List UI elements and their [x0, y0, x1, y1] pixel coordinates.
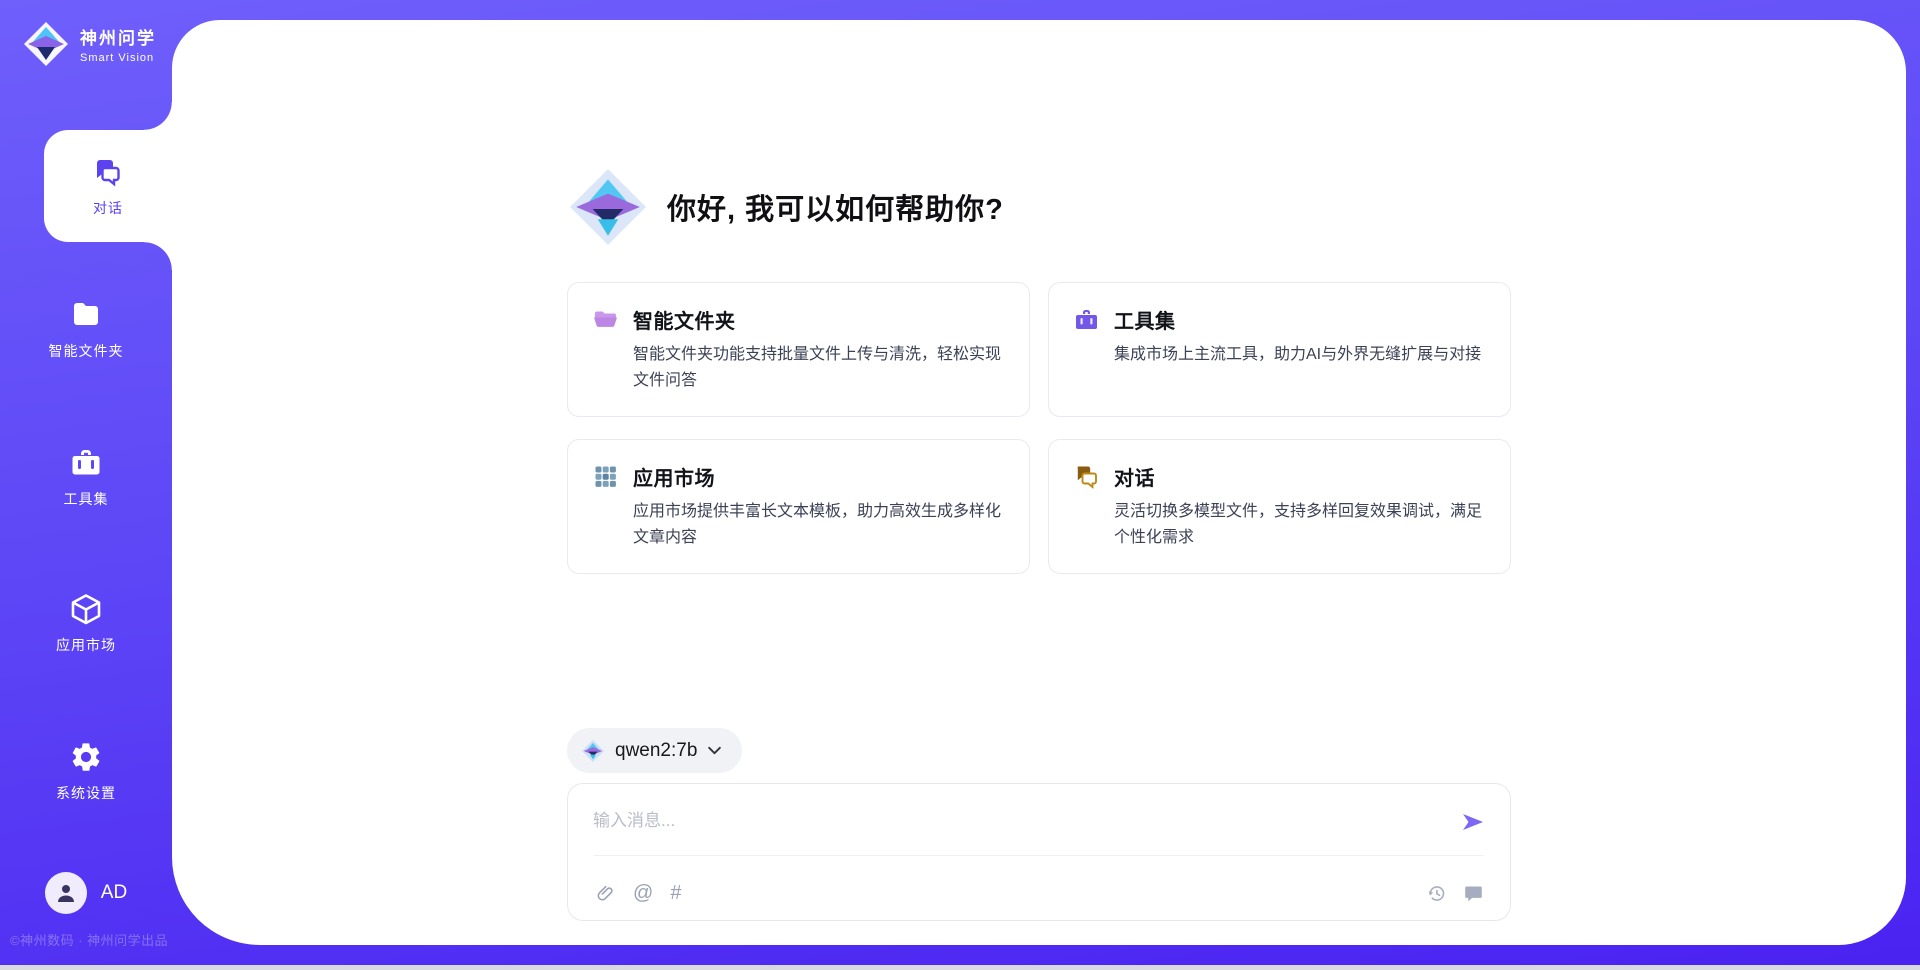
message-composer[interactable]: 输入消息... @ # — [567, 783, 1511, 921]
copyright: ©神州数码 · 神州问学出品 — [10, 930, 180, 949]
card-description: 应用市场提供丰富长文本模板，助力高效生成多样化文章内容 — [633, 499, 1005, 551]
card-toolset[interactable]: 工具集 集成市场上主流工具，助力AI与外界无缝扩展与对接 — [1048, 282, 1511, 417]
paperclip-icon[interactable] — [594, 882, 616, 904]
card-app-market[interactable]: 应用市场 应用市场提供丰富长文本模板，助力高效生成多样化文章内容 — [567, 439, 1030, 574]
sidebar-item-smart-folders[interactable]: 智能文件夹 — [0, 298, 172, 361]
sidebar: 神州问学 Smart Vision 对话 智能文件夹 工具集 应 — [0, 0, 172, 965]
card-title: 智能文件夹 — [633, 305, 736, 334]
card-chat[interactable]: 对话 灵活切换多模型文件，支持多样回复效果调试，满足个性化需求 — [1048, 439, 1511, 574]
briefcase-icon — [1073, 306, 1100, 333]
send-button[interactable] — [1458, 808, 1486, 836]
message-input[interactable]: 输入消息... — [593, 806, 675, 831]
brand-logo: 神州问学 Smart Vision — [22, 20, 156, 68]
sidebar-item-label: 对话 — [93, 198, 123, 218]
card-description: 集成市场上主流工具，助力AI与外界无缝扩展与对接 — [1114, 342, 1486, 368]
chat-bubbles-icon — [1073, 463, 1100, 490]
card-description: 智能文件夹功能支持批量文件上传与清洗，轻松实现文件问答 — [633, 342, 1005, 394]
feature-cards: 智能文件夹 智能文件夹功能支持批量文件上传与清洗，轻松实现文件问答 工具集 集成… — [567, 282, 1511, 574]
greeting: 你好, 我可以如何帮助你? — [567, 166, 1511, 248]
sidebar-item-app-market[interactable]: 应用市场 — [0, 592, 172, 655]
main-panel: 你好, 我可以如何帮助你? 智能文件夹 智能文件夹功能支持批量文件上传与清洗，轻… — [172, 20, 1906, 945]
brand-name: 神州问学 — [80, 24, 156, 49]
send-icon — [1460, 810, 1484, 834]
toolbox-icon — [69, 446, 103, 480]
composer-divider — [594, 855, 1484, 856]
user-account[interactable]: AD — [0, 872, 172, 914]
folder-icon — [69, 298, 103, 332]
model-selector[interactable]: qwen2:7b — [567, 728, 742, 773]
cube-icon — [69, 592, 103, 626]
sidebar-item-label: 系统设置 — [56, 783, 116, 803]
card-smart-folders[interactable]: 智能文件夹 智能文件夹功能支持批量文件上传与清洗，轻松实现文件问答 — [567, 282, 1030, 417]
card-title: 对话 — [1114, 462, 1155, 491]
user-name: AD — [101, 882, 127, 904]
model-name: qwen2:7b — [615, 740, 697, 762]
card-title: 工具集 — [1114, 305, 1176, 334]
gear-icon — [69, 740, 103, 774]
chat-icon — [91, 155, 125, 189]
card-description: 灵活切换多模型文件，支持多样回复效果调试，满足个性化需求 — [1114, 499, 1486, 551]
brand-diamond-icon — [22, 20, 70, 68]
brand-diamond-icon — [567, 166, 649, 248]
person-icon — [54, 881, 78, 905]
sidebar-item-settings[interactable]: 系统设置 — [0, 740, 172, 803]
topic-icon[interactable]: # — [670, 882, 681, 904]
brand-diamond-icon — [581, 739, 605, 763]
card-title: 应用市场 — [633, 462, 715, 491]
mention-icon[interactable]: @ — [633, 882, 653, 904]
sidebar-item-label: 应用市场 — [56, 635, 116, 655]
apps-grid-icon — [592, 463, 619, 490]
composer-toolbar: @ # — [594, 882, 1484, 904]
history-icon[interactable] — [1425, 882, 1447, 904]
brand-subtitle: Smart Vision — [80, 52, 156, 64]
folder-open-icon — [592, 306, 619, 333]
sidebar-item-toolset[interactable]: 工具集 — [0, 446, 172, 509]
chat-bubble-icon[interactable] — [1462, 882, 1484, 904]
avatar — [45, 872, 87, 914]
greeting-text: 你好, 我可以如何帮助你? — [667, 186, 1004, 228]
sidebar-item-chat[interactable]: 对话 — [44, 130, 172, 242]
sidebar-item-label: 智能文件夹 — [49, 341, 124, 361]
window-bottom-edge — [0, 965, 1920, 970]
chevron-down-icon — [707, 743, 722, 758]
sidebar-item-label: 工具集 — [64, 489, 109, 509]
